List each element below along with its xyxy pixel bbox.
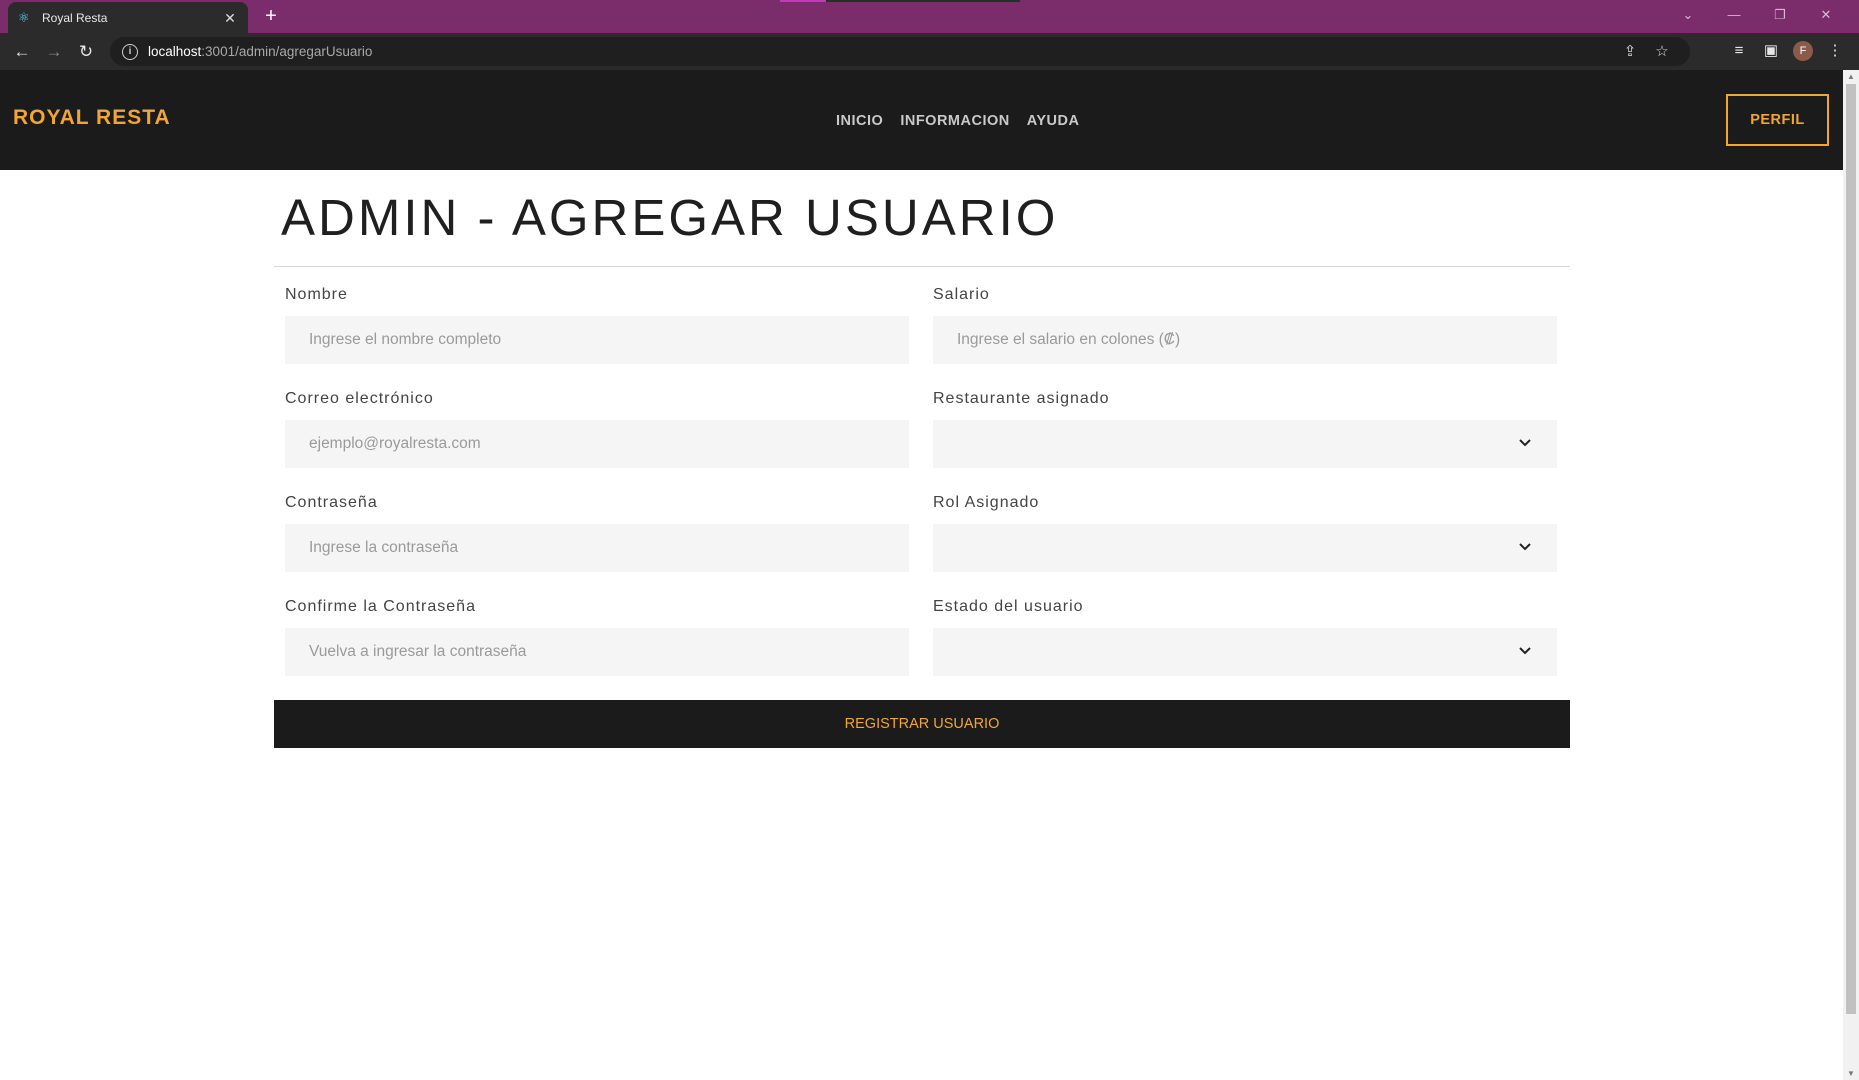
- bookmark-star-icon[interactable]: ☆: [1646, 42, 1678, 60]
- browser-toolbar: ← → ↻ i localhost:3001/admin/agregarUsua…: [0, 33, 1859, 70]
- main-menu: INICIO INFORMACION AYUDA: [836, 113, 1096, 129]
- reading-list-icon[interactable]: ≡: [1723, 36, 1755, 66]
- password-field[interactable]: [285, 524, 909, 572]
- restaurante-label: Restaurante asignado: [933, 390, 1110, 407]
- rol-select[interactable]: [933, 524, 1557, 572]
- contrasena-label: Contraseña: [285, 494, 378, 511]
- chevron-down-icon: [1519, 647, 1531, 655]
- site-info-icon[interactable]: i: [122, 43, 138, 60]
- scroll-down-icon[interactable]: ▼: [1847, 1069, 1855, 1078]
- new-tab-button[interactable]: +: [260, 5, 282, 27]
- close-tab-icon[interactable]: ✕: [222, 10, 238, 26]
- registrar-usuario-button[interactable]: REGISTRAR USUARIO: [274, 700, 1570, 748]
- minimize-icon[interactable]: —: [1711, 0, 1757, 30]
- page-scrollbar[interactable]: ▲ ▼: [1843, 70, 1859, 1080]
- title-divider: [274, 266, 1570, 267]
- browser-tab-strip: ⚛ Royal Resta ✕ + ⌄ — ❐ ✕: [0, 0, 1859, 33]
- menu-kebab-icon[interactable]: ⋮: [1819, 36, 1851, 66]
- side-panel-icon[interactable]: ▣: [1755, 36, 1787, 66]
- tab-indicator-accent: [780, 0, 826, 2]
- brand-logo[interactable]: ROYAL RESTA: [13, 106, 171, 130]
- address-bar[interactable]: i localhost:3001/admin/agregarUsuario ⇪ …: [110, 37, 1690, 66]
- page-title: ADMIN - AGREGAR USUARIO: [281, 189, 1059, 246]
- nombre-input[interactable]: [285, 316, 909, 364]
- restaurante-select[interactable]: [933, 420, 1557, 468]
- tab-search-icon[interactable]: ⌄: [1665, 0, 1711, 30]
- url-host: localhost: [148, 44, 202, 59]
- close-window-icon[interactable]: ✕: [1803, 0, 1849, 30]
- rol-label: Rol Asignado: [933, 494, 1040, 511]
- share-icon[interactable]: ⇪: [1614, 42, 1646, 60]
- url-path: :3001/admin/agregarUsuario: [201, 44, 373, 59]
- site-navbar: ROYAL RESTA INICIO INFORMACION AYUDA PER…: [0, 70, 1843, 170]
- nav-link-ayuda[interactable]: AYUDA: [1027, 113, 1080, 129]
- confirm-password-field[interactable]: [285, 628, 909, 676]
- restore-icon[interactable]: ❐: [1757, 0, 1803, 30]
- scrollbar-thumb[interactable]: [1846, 84, 1856, 1014]
- perfil-button[interactable]: PERFIL: [1726, 94, 1829, 146]
- nombre-label: Nombre: [285, 286, 348, 303]
- profile-avatar[interactable]: F: [1793, 41, 1813, 61]
- nav-link-inicio[interactable]: INICIO: [836, 113, 883, 129]
- estado-label: Estado del usuario: [933, 598, 1084, 615]
- email-field[interactable]: [285, 420, 909, 468]
- tab-title: Royal Resta: [42, 10, 108, 25]
- chevron-down-icon: [1519, 439, 1531, 447]
- browser-tab[interactable]: ⚛ Royal Resta ✕: [8, 2, 248, 33]
- react-icon: ⚛: [18, 9, 30, 25]
- back-icon[interactable]: ←: [6, 36, 38, 68]
- chevron-down-icon: [1519, 543, 1531, 551]
- scroll-up-icon[interactable]: ▲: [1847, 72, 1855, 81]
- forward-icon[interactable]: →: [38, 36, 70, 68]
- correo-label: Correo electrónico: [285, 390, 434, 407]
- nav-link-informacion[interactable]: INFORMACION: [900, 113, 1009, 129]
- estado-select[interactable]: [933, 628, 1557, 676]
- confirmar-label: Confirme la Contraseña: [285, 598, 476, 615]
- salario-input[interactable]: [933, 316, 1557, 364]
- page-content: ROYAL RESTA INICIO INFORMACION AYUDA PER…: [0, 70, 1843, 1080]
- reload-icon[interactable]: ↻: [70, 36, 102, 68]
- salario-label: Salario: [933, 286, 990, 303]
- window-controls: ⌄ — ❐ ✕: [1665, 0, 1849, 30]
